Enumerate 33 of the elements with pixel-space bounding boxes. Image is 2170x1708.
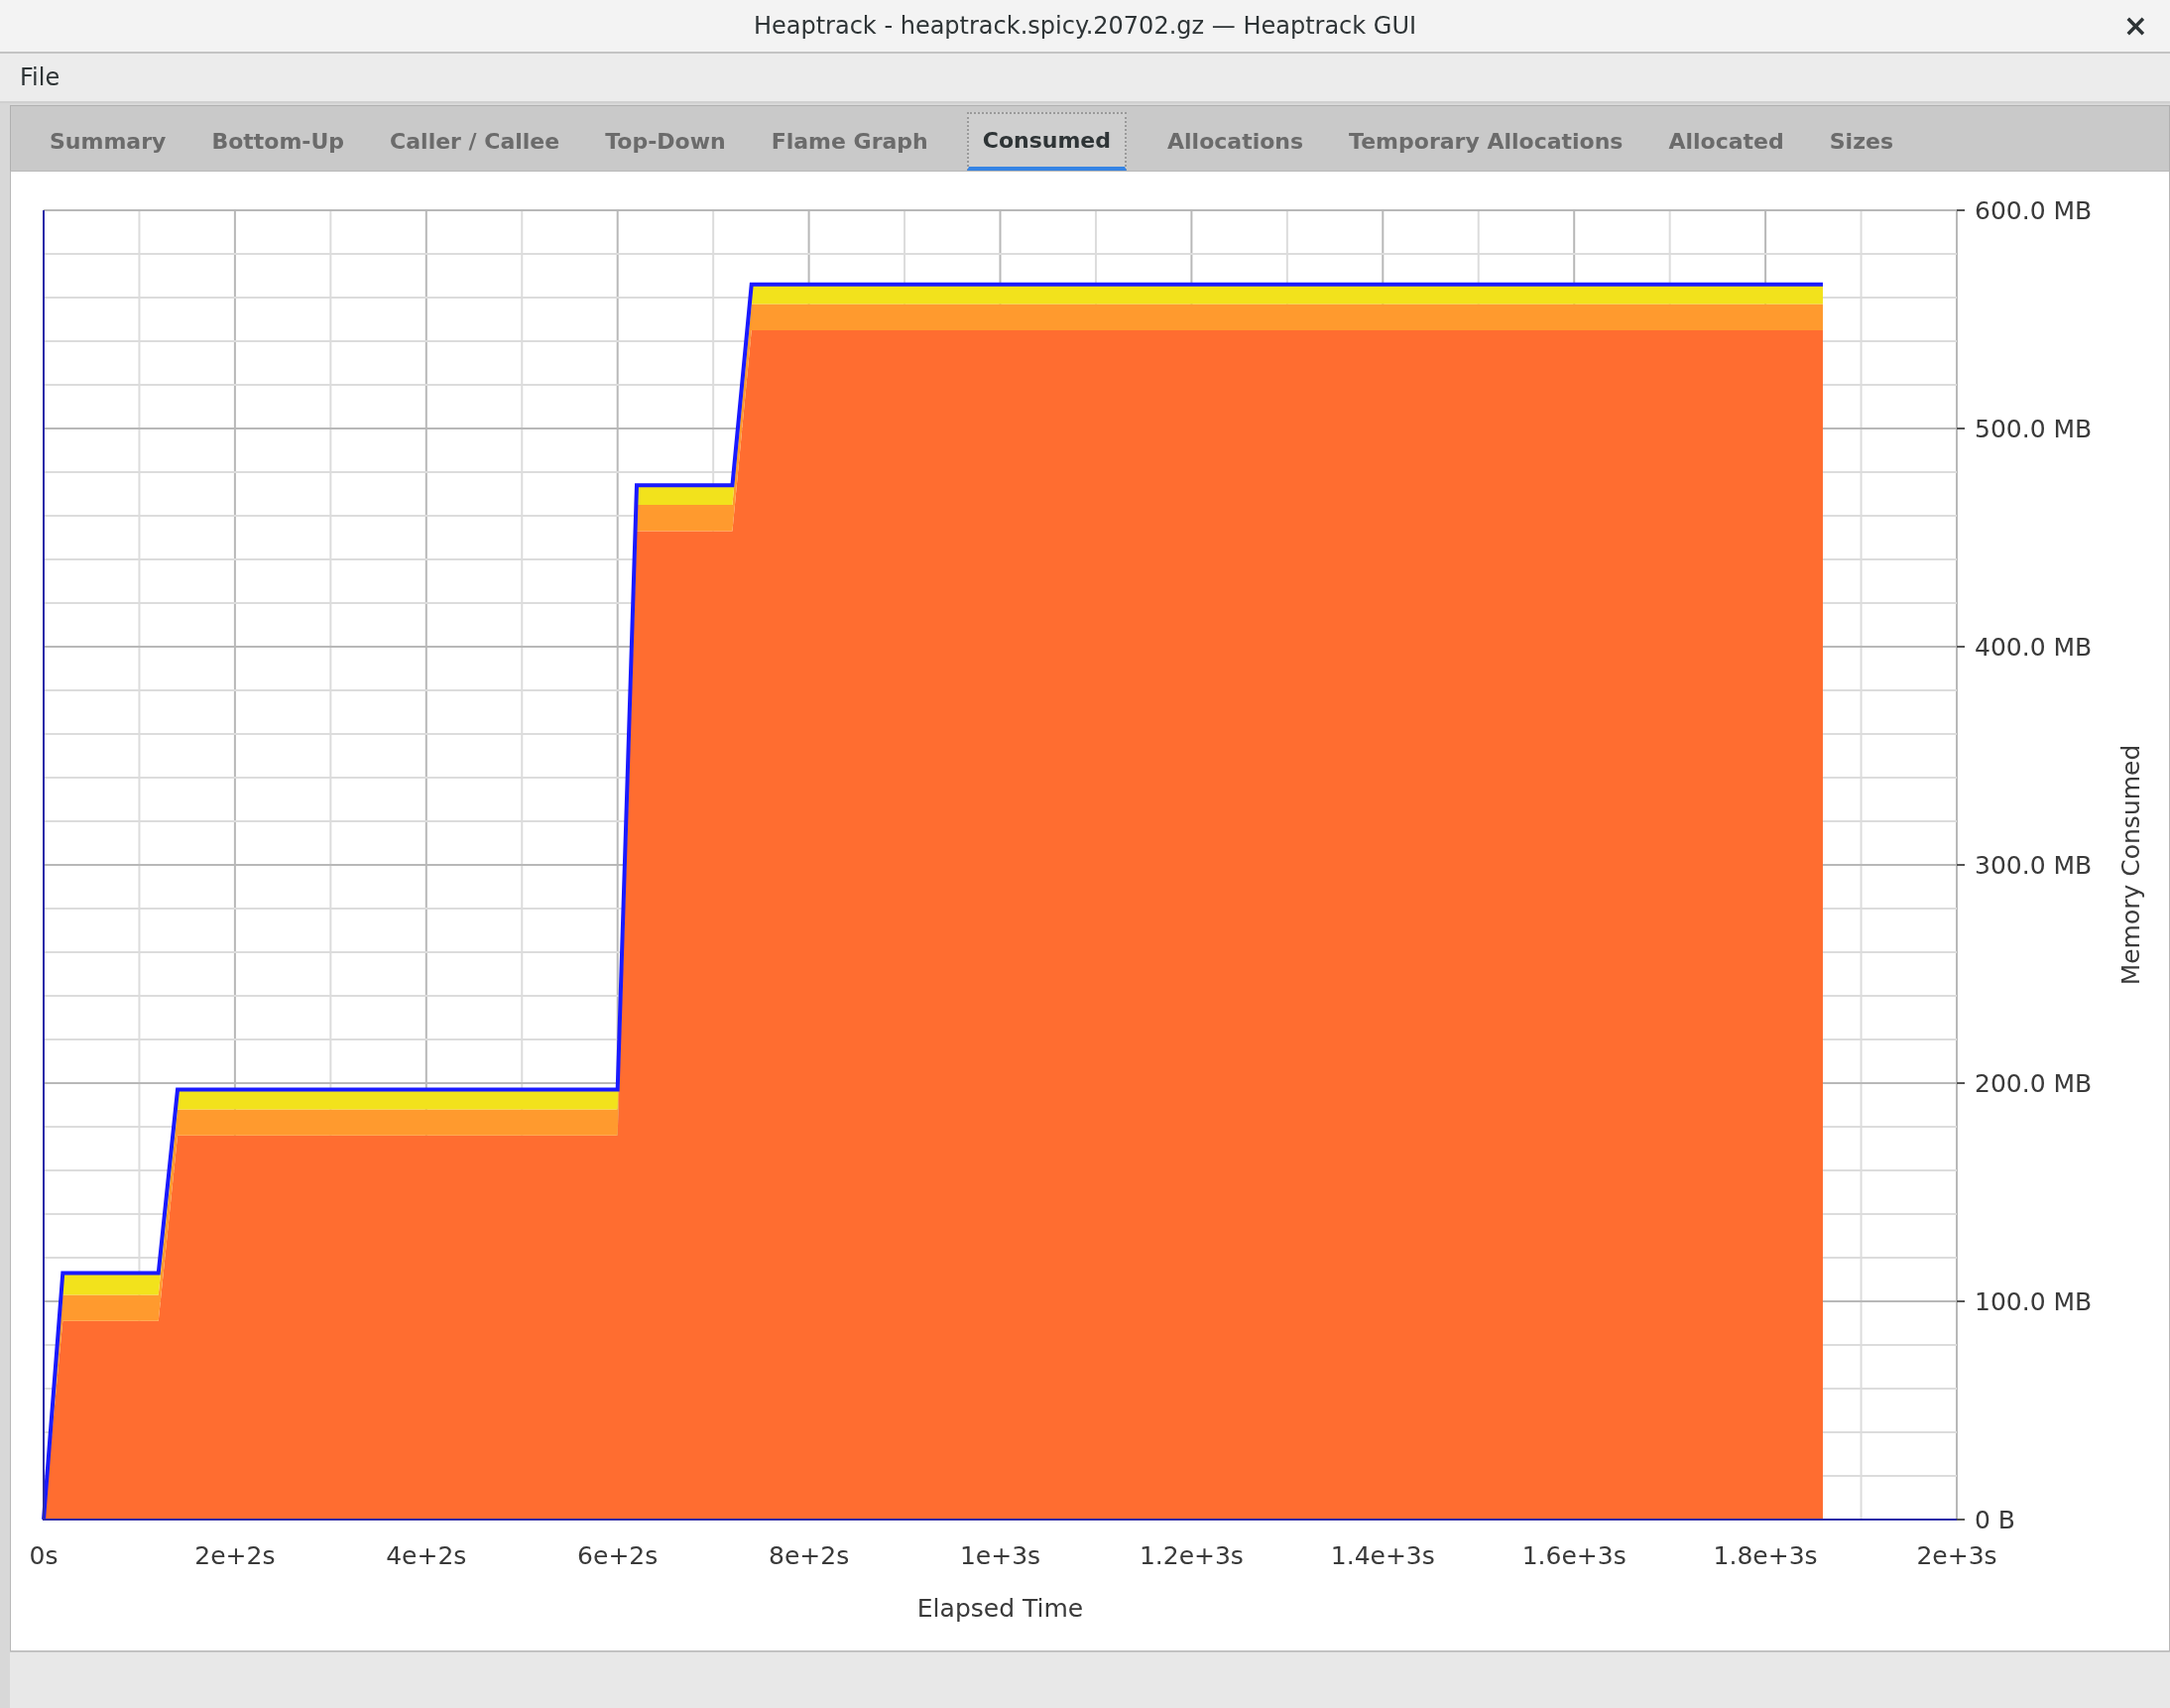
y-tick-label: 500.0 MB: [1975, 415, 2093, 443]
y-tick-label: 300.0 MB: [1975, 851, 2093, 880]
y-axis-title: Memory Consumed: [2116, 744, 2145, 986]
y-tick-label: 200.0 MB: [1975, 1069, 2093, 1098]
menu-item[interactable]: File: [10, 60, 70, 95]
y-tick-label: 600.0 MB: [1975, 196, 2093, 225]
tab[interactable]: Top-Down: [582, 112, 749, 171]
y-tick-label: 100.0 MB: [1975, 1287, 2093, 1316]
x-tick-label: 0s: [29, 1541, 59, 1570]
x-tick-label: 1e+3s: [959, 1541, 1041, 1570]
tab[interactable]: Flame Graph: [748, 112, 951, 171]
y-tick-label: 0 B: [1975, 1506, 2015, 1534]
tab[interactable]: Allocated: [1645, 112, 1807, 171]
y-tick-label: 400.0 MB: [1975, 633, 2093, 662]
tab[interactable]: Summary: [27, 112, 189, 171]
window-title: Heaptrack - heaptrack.spicy.20702.gz — Heaptrack GUI: [753, 12, 1417, 40]
tab[interactable]: Bottom-Up: [188, 112, 368, 171]
x-tick-label: 1.2e+3s: [1139, 1541, 1244, 1570]
tab[interactable]: Caller / Callee: [367, 112, 583, 171]
x-tick-label: 6e+2s: [577, 1541, 659, 1570]
x-tick-label: 4e+2s: [386, 1541, 467, 1570]
x-tick-label: 1.8e+3s: [1713, 1541, 1818, 1570]
x-axis-title: Elapsed Time: [916, 1594, 1084, 1623]
x-tick-label: 2e+2s: [194, 1541, 276, 1570]
x-tick-label: 2e+3s: [1916, 1541, 1997, 1570]
x-tick-label: 8e+2s: [769, 1541, 850, 1570]
tab[interactable]: Temporary Allocations: [1326, 112, 1646, 171]
tab[interactable]: Consumed: [966, 112, 1128, 171]
close-button[interactable]: ×: [2114, 8, 2156, 44]
x-tick-label: 1.4e+3s: [1330, 1541, 1435, 1570]
tab[interactable]: Allocations: [1145, 112, 1327, 171]
tab[interactable]: Sizes: [1806, 112, 1916, 171]
x-tick-label: 1.6e+3s: [1521, 1541, 1627, 1570]
